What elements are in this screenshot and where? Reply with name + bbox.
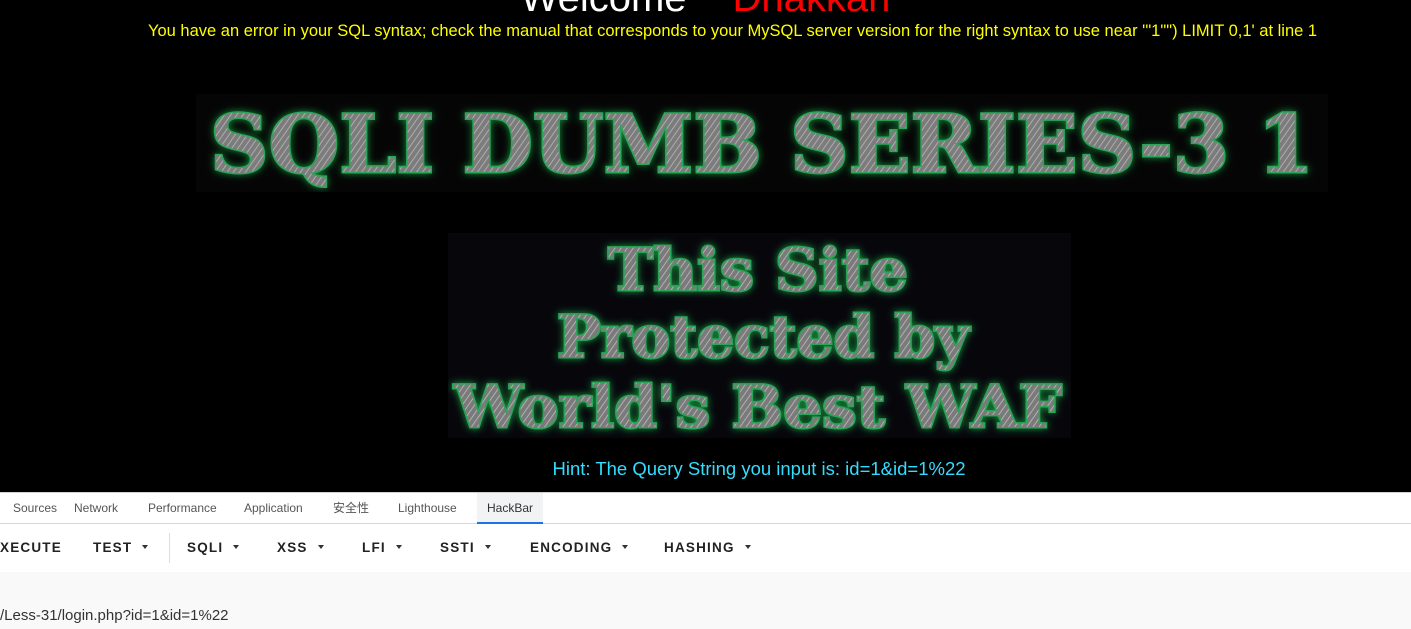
hashing-dropdown-label: HASHING [664, 540, 735, 555]
welcome-label: Welcome [521, 0, 687, 20]
hashing-dropdown[interactable]: HASHING [664, 524, 751, 572]
waf-banner: This Site Protected by World's Best WAF [448, 233, 1071, 438]
tab-sources[interactable]: Sources [13, 493, 57, 524]
sqli-dropdown[interactable]: SQLI [187, 524, 240, 572]
welcome-username: Dhakkan [733, 0, 891, 20]
execute-button[interactable]: XECUTE [0, 524, 62, 572]
sqli-dropdown-label: SQLI [187, 540, 224, 555]
waf-line-2: Protected by [557, 303, 971, 371]
banner-title: SQLI DUMB SERIES-3 1 [210, 97, 1314, 191]
execute-button-label: XECUTE [0, 540, 62, 555]
sql-error-message: You have an error in your SQL syntax; ch… [148, 22, 1318, 40]
xss-dropdown[interactable]: XSS [277, 524, 324, 572]
lfi-dropdown[interactable]: LFI [362, 524, 402, 572]
tab-hackbar[interactable]: HackBar [477, 493, 544, 524]
caret-down-icon [395, 545, 402, 550]
waf-line-1: This Site [608, 236, 908, 304]
hackbar-toolbar: XECUTE TEST SQLI XSS LFI SSTI ENCODING H… [0, 524, 1411, 572]
series-banner: SQLI DUMB SERIES-3 1 [196, 94, 1328, 192]
caret-down-icon [233, 545, 240, 550]
ssti-dropdown[interactable]: SSTI [440, 524, 491, 572]
caret-down-icon [484, 545, 491, 550]
test-dropdown-label: TEST [93, 540, 133, 555]
tab-security[interactable]: 安全性 [333, 493, 369, 524]
caret-down-icon [317, 545, 324, 550]
tab-network[interactable]: Network [74, 493, 118, 524]
tab-performance[interactable]: Performance [148, 493, 217, 524]
web-page: Welcome Dhakkan You have an error in your… [0, 0, 1411, 492]
tab-application[interactable]: Application [244, 493, 303, 524]
ssti-dropdown-label: SSTI [440, 540, 475, 555]
caret-down-icon [622, 545, 629, 550]
lfi-dropdown-label: LFI [362, 540, 386, 555]
query-hint: Hint: The Query String you input is: id=… [552, 458, 966, 479]
waf-line-3: World's Best WAF [453, 373, 1062, 438]
caret-down-icon [142, 545, 149, 550]
devtools-tab-bar: Sources Network Performance Application … [0, 492, 1411, 524]
xss-dropdown-label: XSS [277, 540, 308, 555]
caret-down-icon [744, 545, 751, 550]
url-panel [0, 572, 1411, 629]
url-input[interactable] [0, 604, 1400, 626]
encoding-dropdown[interactable]: ENCODING [530, 524, 629, 572]
test-dropdown[interactable]: TEST [93, 524, 149, 572]
tab-lighthouse[interactable]: Lighthouse [398, 493, 457, 524]
welcome-heading: Welcome Dhakkan [0, 0, 1411, 18]
toolbar-divider [169, 533, 170, 563]
encoding-dropdown-label: ENCODING [530, 540, 613, 555]
